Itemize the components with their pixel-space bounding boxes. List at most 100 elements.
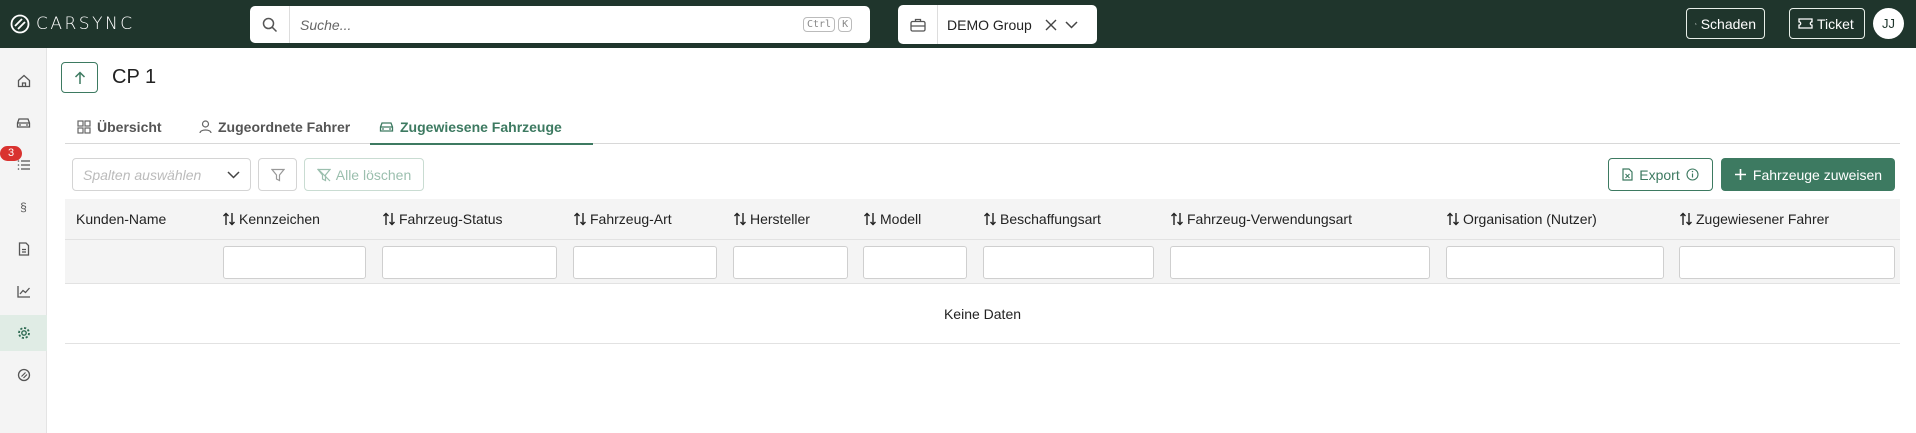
- column-header-label: Zugewiesener Fahrer: [1696, 211, 1830, 227]
- empty-state-text: Keine Daten: [943, 306, 1022, 322]
- filter-button[interactable]: [258, 158, 297, 191]
- filter-input-usage-type[interactable]: [1170, 246, 1430, 279]
- ticket-icon: [1798, 18, 1813, 29]
- sort-icon[interactable]: [573, 212, 587, 226]
- sort-icon[interactable]: [222, 212, 236, 226]
- brand-name: CARSYNC: [36, 14, 135, 34]
- column-header-vehicle-type[interactable]: Fahrzeug-Art: [573, 199, 672, 239]
- column-header-label: Organisation (Nutzer): [1463, 211, 1597, 227]
- ticket-button[interactable]: Ticket: [1789, 8, 1865, 39]
- info-icon: [1686, 168, 1699, 181]
- clear-group-icon[interactable]: [1045, 19, 1057, 31]
- search-icon: [250, 6, 290, 43]
- sidebar-item-legal[interactable]: §: [0, 189, 47, 225]
- column-header-label: Beschaffungsart: [1000, 211, 1101, 227]
- briefcase-icon: [898, 5, 938, 44]
- column-header-license-plate[interactable]: Kennzeichen: [222, 199, 320, 239]
- column-header-usage-type[interactable]: Fahrzeug-Verwendungsart: [1170, 199, 1352, 239]
- sort-icon[interactable]: [733, 212, 747, 226]
- tab-bar: Übersicht Zugeordnete Fahrer Zugewiesene…: [65, 110, 1900, 145]
- global-search[interactable]: Ctrl K: [250, 6, 870, 43]
- tab-assigned-vehicles-label: Zugewiesene Fahrzeuge: [400, 118, 562, 135]
- export-button[interactable]: Export: [1608, 158, 1713, 191]
- document-icon: [18, 242, 29, 256]
- column-header-label: Hersteller: [750, 211, 810, 227]
- logo-icon: [10, 14, 30, 34]
- column-header-label: Fahrzeug-Status: [399, 211, 503, 227]
- excel-file-icon: [1622, 168, 1633, 181]
- filter-input-model[interactable]: [863, 246, 967, 279]
- filter-input-vehicle-type[interactable]: [573, 246, 717, 279]
- sort-icon[interactable]: [983, 212, 997, 226]
- back-button[interactable]: [61, 62, 98, 93]
- sort-icon[interactable]: [1446, 212, 1460, 226]
- paragraph-icon: §: [20, 200, 27, 214]
- sidebar-item-tags[interactable]: [0, 357, 47, 393]
- column-header-label: Kennzeichen: [239, 211, 320, 227]
- column-header-model[interactable]: Modell: [863, 199, 921, 239]
- tab-overview-label: Übersicht: [97, 119, 162, 135]
- sidebar: §: [0, 48, 47, 433]
- clear-all-button[interactable]: Alle löschen: [304, 158, 424, 191]
- shortcut-ctrl: Ctrl: [803, 17, 836, 32]
- tab-assigned-drivers[interactable]: Zugeordnete Fahrer: [199, 110, 350, 144]
- tab-assigned-drivers-label: Zugeordnete Fahrer: [218, 119, 351, 135]
- plus-icon: [1734, 169, 1746, 180]
- column-header-organisation[interactable]: Organisation (Nutzer): [1446, 199, 1597, 239]
- tab-overview[interactable]: Übersicht: [77, 110, 162, 144]
- lightning-icon: [1695, 22, 1697, 25]
- filter-off-icon: [316, 168, 331, 181]
- gear-icon: [17, 327, 30, 339]
- filter-input-procurement-type[interactable]: [983, 246, 1154, 279]
- sidebar-item-settings[interactable]: [0, 315, 47, 351]
- shortcut-k: K: [838, 17, 853, 32]
- sort-icon[interactable]: [1679, 212, 1693, 226]
- column-header-label: Fahrzeug-Art: [590, 211, 672, 227]
- table-empty-state: Keine Daten: [65, 285, 1900, 344]
- column-header-label: Fahrzeug-Verwendungsart: [1187, 211, 1352, 227]
- filter-input-license-plate[interactable]: [223, 246, 366, 279]
- filter-input-vehicle-status[interactable]: [382, 246, 557, 279]
- tab-assigned-vehicles[interactable]: Zugewiesene Fahrzeuge: [370, 110, 593, 145]
- tag-icon: [17, 368, 30, 382]
- filter-input-assigned-driver[interactable]: [1679, 246, 1895, 279]
- notification-badge: 3: [0, 146, 22, 161]
- column-header-assigned-driver[interactable]: Zugewiesener Fahrer: [1679, 199, 1829, 239]
- group-selector[interactable]: DEMO Group: [898, 5, 1097, 44]
- table-filter-row: [65, 239, 1900, 284]
- sidebar-item-reports[interactable]: [0, 273, 47, 309]
- grid-icon: [77, 120, 91, 134]
- assign-vehicles-label: Fahrzeuge zuweisen: [1752, 166, 1883, 183]
- column-header-manufacturer[interactable]: Hersteller: [733, 199, 810, 239]
- page-title: CP 1: [112, 66, 157, 88]
- brand-logo[interactable]: CARSYNC: [10, 13, 135, 35]
- columns-select[interactable]: Spalten auswählen: [72, 158, 251, 191]
- assign-vehicles-button[interactable]: Fahrzeuge zuweisen: [1721, 158, 1895, 191]
- column-header-customer-name[interactable]: Kunden-Name: [76, 199, 166, 239]
- car-icon: [16, 118, 31, 128]
- search-input[interactable]: [300, 16, 800, 33]
- sort-icon[interactable]: [863, 212, 877, 226]
- sidebar-item-vehicles[interactable]: [0, 105, 47, 141]
- filter-input-manufacturer[interactable]: [733, 246, 848, 279]
- export-label: Export: [1639, 166, 1680, 183]
- top-bar: CARSYNC Ctrl K DEMO Group Schaden Ticket…: [0, 0, 1916, 48]
- sort-icon[interactable]: [1170, 212, 1184, 226]
- ticket-button-label: Ticket: [1817, 15, 1854, 32]
- chevron-down-icon: [227, 171, 240, 179]
- filter-icon: [270, 168, 285, 181]
- sidebar-item-documents[interactable]: [0, 231, 47, 267]
- list-icon: [17, 160, 30, 170]
- column-header-label: Modell: [880, 211, 922, 227]
- home-icon: [17, 74, 30, 88]
- user-avatar[interactable]: JJ: [1873, 8, 1904, 39]
- user-icon: [199, 120, 212, 134]
- chevron-down-icon[interactable]: [1065, 20, 1078, 29]
- sort-icon[interactable]: [382, 212, 396, 226]
- chart-icon: [16, 285, 30, 298]
- filter-input-organisation[interactable]: [1446, 246, 1664, 279]
- column-header-procurement-type[interactable]: Beschaffungsart: [983, 199, 1101, 239]
- column-header-vehicle-status[interactable]: Fahrzeug-Status: [382, 199, 503, 239]
- sidebar-item-home[interactable]: [0, 63, 47, 99]
- damage-button[interactable]: Schaden: [1686, 8, 1765, 39]
